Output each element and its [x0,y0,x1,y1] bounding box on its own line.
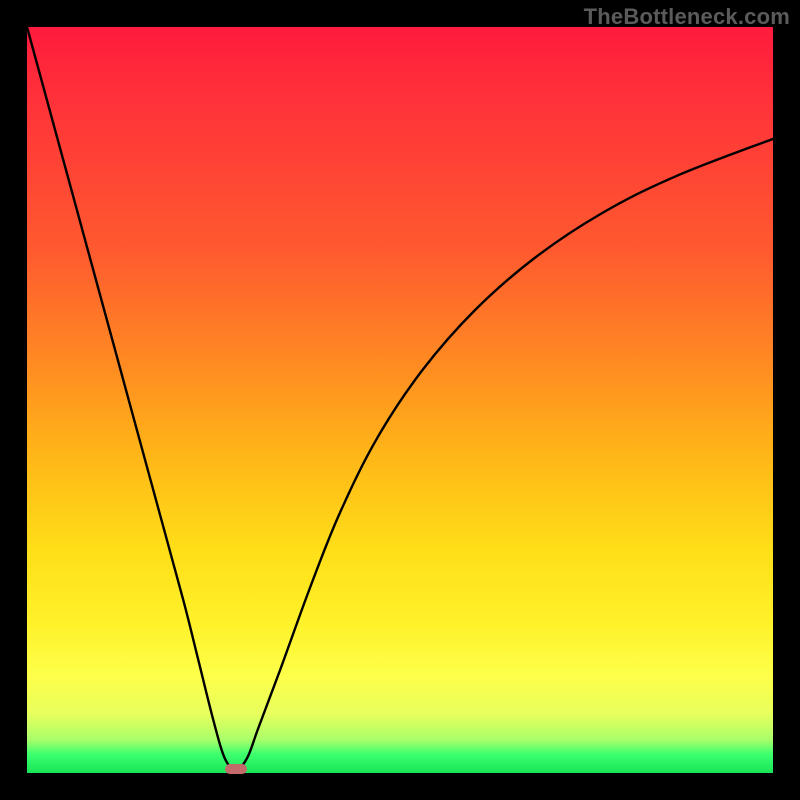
chart-frame: TheBottleneck.com [0,0,800,800]
watermark-text: TheBottleneck.com [584,4,790,30]
optimal-point-marker [225,764,247,774]
bottleneck-curve [27,27,773,773]
plot-area [27,27,773,773]
